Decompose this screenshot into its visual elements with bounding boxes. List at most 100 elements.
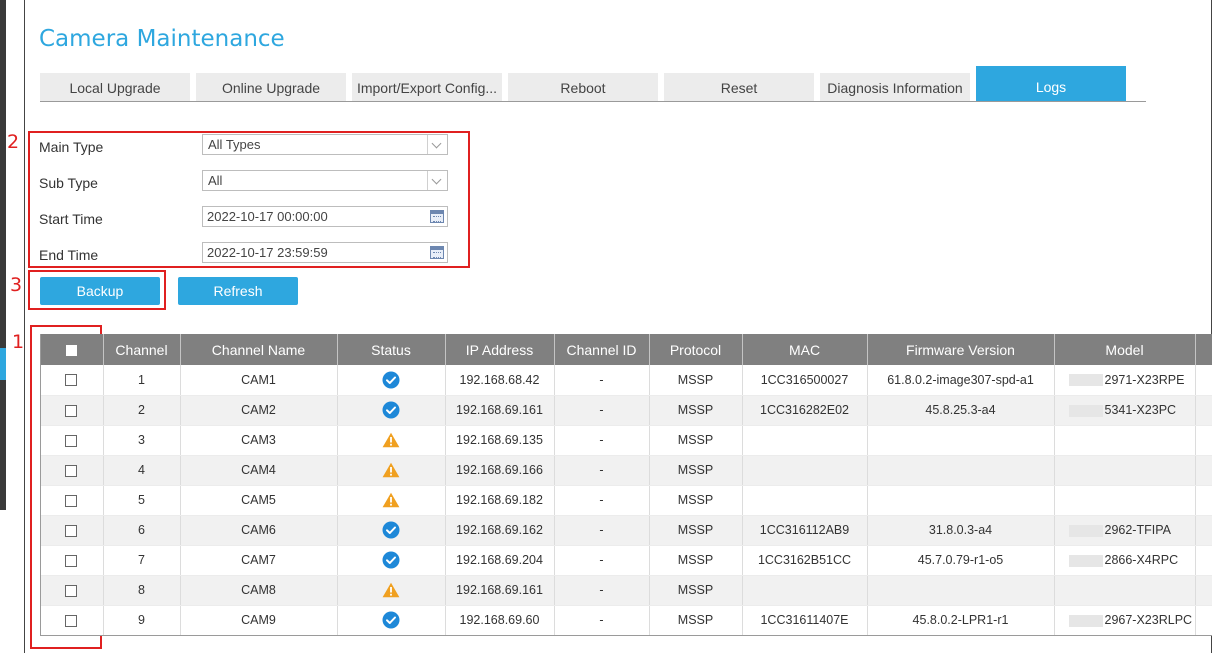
row-checkbox[interactable] [65, 554, 78, 567]
channel-name-cell: CAM2 [180, 395, 338, 426]
channel-id-cell: - [554, 575, 650, 606]
online-status-icon [382, 611, 400, 629]
protocol-cell: MSSP [649, 515, 743, 546]
table-row[interactable]: 1 CAM1 192.168.68.42- MSSP 1CC316500027 61.8.… [40, 365, 1212, 396]
tab-import-export-config[interactable]: Import/Export Config... [352, 73, 502, 101]
table-row[interactable]: 8 CAM8 192.168.69.161- MSSP [40, 575, 1212, 606]
row-checkbox[interactable] [65, 584, 78, 597]
tab-reset[interactable]: Reset [664, 73, 814, 101]
channel-id-cell: - [554, 455, 650, 486]
warning-icon [382, 462, 400, 478]
model-cell: 2866-X4RPC [1054, 545, 1196, 576]
mac-cell: 1CC316500027 [742, 365, 868, 396]
refresh-button[interactable]: Refresh [178, 277, 298, 305]
firmware-cell [867, 455, 1055, 486]
channel-id-cell: - [554, 425, 650, 456]
chevron-down-icon[interactable] [427, 171, 447, 190]
channel-id-cell: - [554, 545, 650, 576]
extra-cell [1195, 455, 1212, 486]
table-row[interactable]: 7 CAM7 192.168.69.204- MSSP 1CC3162B51CC 45.7… [40, 545, 1212, 576]
chevron-down-icon[interactable] [427, 135, 447, 154]
calendar-icon[interactable] [430, 210, 444, 223]
ip-address-cell: 192.168.69.166 [445, 455, 555, 486]
backup-button[interactable]: Backup [40, 277, 160, 305]
table-row[interactable]: 2 CAM2 192.168.69.161- MSSP 1CC316282E02 45.8… [40, 395, 1212, 426]
start-time-input[interactable]: 2022-10-17 00:00:00 [202, 206, 448, 227]
model-cell [1054, 485, 1196, 516]
column-header[interactable]: MAC [742, 334, 868, 365]
row-select-cell[interactable] [40, 575, 104, 606]
select-all-checkbox[interactable] [65, 345, 77, 357]
protocol-cell: MSSP [649, 575, 743, 606]
status-cell [337, 395, 446, 426]
tab-logs[interactable]: Logs [976, 66, 1126, 101]
tab-bar: Local Upgrade Online Upgrade Import/Expo… [40, 66, 1146, 102]
firmware-cell: 31.8.0.3-a4 [867, 515, 1055, 546]
table-row[interactable]: 3 CAM3 192.168.69.135- MSSP [40, 425, 1212, 456]
status-cell [337, 605, 446, 636]
row-checkbox[interactable] [65, 464, 78, 477]
table-border [40, 334, 41, 636]
end-time-value: 2022-10-17 23:59:59 [207, 245, 328, 260]
calendar-icon[interactable] [430, 246, 444, 259]
row-checkbox[interactable] [65, 494, 78, 507]
main-type-value: All Types [208, 137, 261, 152]
column-header[interactable]: Channel [103, 334, 181, 365]
table-row[interactable]: 6 CAM6 192.168.69.162- MSSP 1CC316112AB9 31.8… [40, 515, 1212, 546]
tab-local-upgrade[interactable]: Local Upgrade [40, 73, 190, 101]
online-status-icon [382, 371, 400, 389]
protocol-cell: MSSP [649, 455, 743, 486]
firmware-cell [867, 485, 1055, 516]
status-cell [337, 575, 446, 606]
channel-cell: 8 [103, 575, 181, 606]
row-select-cell[interactable] [40, 365, 104, 396]
channel-name-cell: CAM7 [180, 545, 338, 576]
channel-id-cell: - [554, 515, 650, 546]
tab-reboot[interactable]: Reboot [508, 73, 658, 101]
main-type-select[interactable]: All Types [202, 134, 448, 155]
table-row[interactable]: 4 CAM4 192.168.69.166- MSSP [40, 455, 1212, 486]
end-time-input[interactable]: 2022-10-17 23:59:59 [202, 242, 448, 263]
model-cell: 2967-X23RLPC [1054, 605, 1196, 636]
column-header[interactable]: Channel Name [180, 334, 338, 365]
column-header[interactable]: IP Address [445, 334, 555, 365]
column-header[interactable]: Model [1054, 334, 1196, 365]
row-select-cell[interactable] [40, 425, 104, 456]
main-type-label: Main Type [39, 139, 104, 155]
table-row[interactable]: 9 CAM9 192.168.69.60- MSSP 1CC31611407E 45.8.… [40, 605, 1212, 636]
row-select-cell[interactable] [40, 485, 104, 516]
model-cell: 2962-TFIPA [1054, 515, 1196, 546]
model-cell [1054, 575, 1196, 606]
mac-cell: 1CC316112AB9 [742, 515, 868, 546]
row-select-cell[interactable] [40, 455, 104, 486]
page-title: Camera Maintenance [39, 26, 285, 52]
channel-name-cell: CAM6 [180, 515, 338, 546]
channel-cell: 2 [103, 395, 181, 426]
row-checkbox[interactable] [65, 434, 78, 447]
row-checkbox[interactable] [65, 614, 78, 627]
column-header[interactable]: Channel ID [554, 334, 650, 365]
row-select-cell[interactable] [40, 605, 104, 636]
table-border [40, 635, 1212, 636]
sub-type-select[interactable]: All [202, 170, 448, 191]
column-header[interactable]: Status [337, 334, 446, 365]
warning-icon [382, 432, 400, 448]
model-value: 5341-X23PC [1104, 403, 1177, 417]
row-select-cell[interactable] [40, 515, 104, 546]
row-checkbox[interactable] [65, 374, 78, 387]
select-all-cell[interactable] [40, 334, 104, 365]
table-row[interactable]: 5 CAM5 192.168.69.182- MSSP [40, 485, 1212, 516]
column-header[interactable]: Protocol [649, 334, 743, 365]
tab-diagnosis-information[interactable]: Diagnosis Information [820, 73, 970, 101]
column-header[interactable]: Firmware Version [867, 334, 1055, 365]
row-checkbox[interactable] [65, 404, 78, 417]
status-cell [337, 515, 446, 546]
row-select-cell[interactable] [40, 545, 104, 576]
redacted-block [1068, 554, 1103, 567]
row-select-cell[interactable] [40, 395, 104, 426]
row-checkbox[interactable] [65, 524, 78, 537]
firmware-cell: 45.8.0.2-LPR1-r1 [867, 605, 1055, 636]
tab-online-upgrade[interactable]: Online Upgrade [196, 73, 346, 101]
protocol-cell: MSSP [649, 605, 743, 636]
model-value: 2971-X23RPE [1104, 372, 1185, 387]
